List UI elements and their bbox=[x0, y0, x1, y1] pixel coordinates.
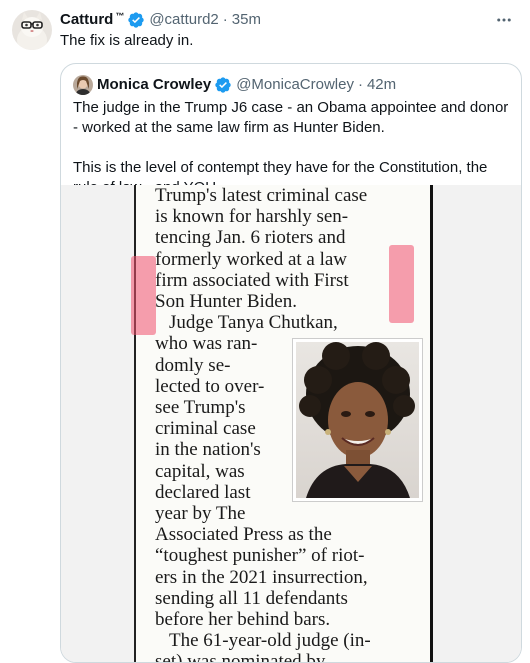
author-name[interactable]: Catturd bbox=[60, 10, 113, 30]
separator-dot: · bbox=[222, 11, 228, 28]
clipping-line: lected to over- bbox=[155, 375, 265, 397]
clipping-line: formerly worked at a law bbox=[155, 248, 348, 270]
clipping-line: Son Hunter Biden. bbox=[155, 291, 297, 313]
clipping-line: Associated Press as the bbox=[155, 524, 332, 546]
clipping-cut-line: set) was nominated by bbox=[155, 651, 326, 662]
newspaper-clipping-image[interactable]: Trump's latest criminal case is known fo… bbox=[61, 185, 521, 662]
judge-inset-photo bbox=[292, 338, 423, 502]
clipping-line: declared last bbox=[155, 481, 251, 503]
tweet-header: Catturd ™ @catturd2 · 35m bbox=[60, 10, 520, 30]
tweet-time[interactable]: 35m bbox=[232, 10, 261, 30]
judge-portrait bbox=[296, 342, 419, 498]
tweet-text: The fix is already in. bbox=[60, 32, 194, 49]
clipping-line: see Trump's bbox=[155, 397, 246, 419]
clipping-line: criminal case bbox=[155, 418, 256, 440]
quoted-author-handle[interactable]: @MonicaCrowley bbox=[236, 75, 354, 95]
tweet[interactable]: Catturd ™ @catturd2 · 35m The fix is alr… bbox=[0, 0, 530, 663]
highlight-mark-right bbox=[389, 245, 414, 323]
clipping-line: year by The bbox=[155, 503, 246, 525]
more-options-icon[interactable] bbox=[494, 10, 514, 30]
quoted-separator-dot: · bbox=[357, 76, 363, 93]
clipping-line: in the nation's bbox=[155, 439, 261, 461]
clipping-judge-line: Judge Tanya Chutkan, bbox=[169, 312, 338, 334]
clipping-line: domly se- bbox=[155, 354, 231, 376]
quoted-paragraph-1: The judge in the Trump J6 case - an Obam… bbox=[73, 99, 509, 136]
highlight-mark-left bbox=[131, 256, 156, 335]
quoted-tweet-time[interactable]: 42m bbox=[367, 75, 396, 95]
quoted-tweet-header: Monica Crowley @MonicaCrowley · 42m bbox=[61, 64, 521, 95]
verified-badge-icon[interactable] bbox=[127, 11, 145, 29]
clipping-line: tencing Jan. 6 rioters and bbox=[155, 227, 346, 249]
clipping-line: who was ran- bbox=[155, 333, 258, 355]
clipping-line: capital, was bbox=[155, 460, 245, 482]
clipping-line: The 61-year-old judge (in- bbox=[169, 630, 371, 652]
quoted-author-avatar[interactable] bbox=[73, 75, 93, 95]
author-name-tm: ™ bbox=[115, 11, 125, 21]
author-avatar[interactable] bbox=[12, 10, 52, 50]
clipping-line: is known for harshly sen- bbox=[155, 206, 349, 228]
author-handle[interactable]: @catturd2 bbox=[149, 10, 218, 30]
clipping-line: sending all 11 defendants bbox=[155, 587, 348, 609]
clipping-line: ers in the 2021 insurrection, bbox=[155, 566, 368, 588]
column-rule-right bbox=[430, 185, 433, 662]
quoted-tweet[interactable]: Monica Crowley @MonicaCrowley · 42m The … bbox=[60, 63, 522, 663]
quoted-tweet-text: The judge in the Trump J6 case - an Obam… bbox=[61, 95, 521, 198]
clipping-line: before her behind bars. bbox=[155, 609, 331, 631]
quoted-verified-badge-icon[interactable] bbox=[214, 76, 232, 94]
clipping-line: “toughest punisher” of riot- bbox=[155, 545, 365, 567]
quoted-author-name[interactable]: Monica Crowley bbox=[97, 75, 211, 95]
clipping-line: firm associated with First bbox=[155, 269, 349, 291]
clipping-line: Trump's latest criminal case bbox=[155, 185, 368, 206]
